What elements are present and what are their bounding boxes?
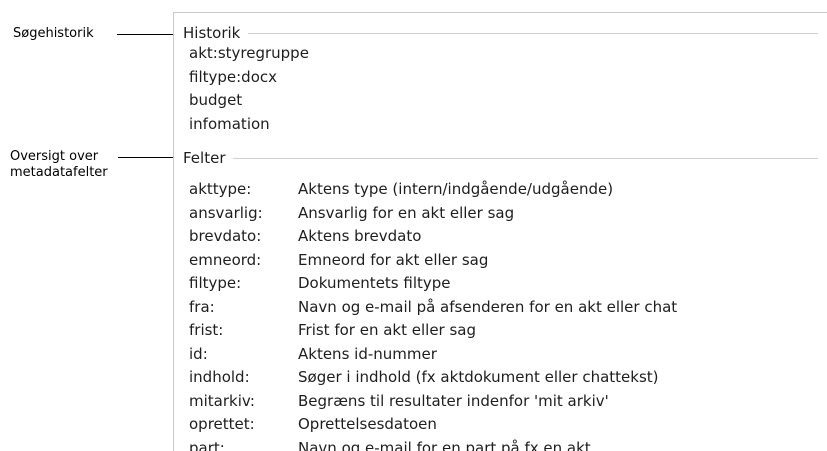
history-item[interactable]: budget — [189, 89, 309, 113]
field-description: Emneord for akt eller sag — [298, 249, 488, 273]
field-key: akttype: — [189, 178, 298, 202]
field-description: Ansvarlig for en akt eller sag — [298, 202, 514, 226]
field-description: Aktens type (intern/indgående/udgående) — [298, 178, 613, 202]
fields-section-header: Felter — [183, 148, 818, 168]
history-item[interactable]: akt:styregruppe — [189, 42, 309, 66]
search-history-annotation: Søgehistorik — [13, 26, 94, 41]
field-key: indhold: — [189, 366, 298, 390]
field-description: Oprettelsesdatoen — [298, 413, 437, 437]
fields-section-title: Felter — [183, 149, 225, 167]
field-description: Dokumentets filtype — [298, 272, 451, 296]
metadata-field-row[interactable]: akttype:Aktens type (intern/indgående/ud… — [189, 178, 677, 202]
metadata-field-row[interactable]: emneord:Emneord for akt eller sag — [189, 249, 677, 273]
field-key: fra: — [189, 296, 298, 320]
history-item[interactable]: filtype:docx — [189, 66, 309, 90]
metadata-field-row[interactable]: indhold:Søger i indhold (fx aktdokument … — [189, 366, 677, 390]
metadata-field-row[interactable]: brevdato:Aktens brevdato — [189, 225, 677, 249]
field-key: emneord: — [189, 249, 298, 273]
metadata-field-row[interactable]: mitarkiv:Begræns til resultater indenfor… — [189, 390, 677, 414]
metadata-field-row[interactable]: filtype:Dokumentets filtype — [189, 272, 677, 296]
fields-section-divider — [233, 158, 818, 159]
field-key: part: — [189, 437, 298, 451]
history-list: akt:styregruppefiltype:docxbudgetinfomat… — [189, 42, 309, 136]
field-description: Begræns til resultater indenfor 'mit ark… — [298, 390, 609, 414]
history-section-title: Historik — [183, 24, 240, 42]
metadata-field-row[interactable]: id:Aktens id-nummer — [189, 343, 677, 367]
search-suggestion-panel: Historik akt:styregruppefiltype:docxbudg… — [173, 12, 827, 451]
field-description: Frist for en akt eller sag — [298, 319, 476, 343]
field-key: mitarkiv: — [189, 390, 298, 414]
field-description: Navn og e-mail for en part på fx en akt — [298, 437, 591, 451]
metadata-overview-annotation-line2: metadatafelter — [10, 165, 108, 180]
metadata-field-row[interactable]: frist:Frist for en akt eller sag — [189, 319, 677, 343]
metadata-field-row[interactable]: ansvarlig:Ansvarlig for en akt eller sag — [189, 202, 677, 226]
metadata-field-row[interactable]: part:Navn og e-mail for en part på fx en… — [189, 437, 677, 451]
field-key: brevdato: — [189, 225, 298, 249]
field-description: Navn og e-mail på afsenderen for en akt … — [298, 296, 677, 320]
history-item[interactable]: infomation — [189, 113, 309, 137]
metadata-field-row[interactable]: oprettet:Oprettelsesdatoen — [189, 413, 677, 437]
metadata-field-list: akttype:Aktens type (intern/indgående/ud… — [189, 178, 677, 451]
metadata-field-row[interactable]: fra:Navn og e-mail på afsenderen for en … — [189, 296, 677, 320]
field-key: oprettet: — [189, 413, 298, 437]
metadata-overview-annotation-line1: Oversigt over — [10, 149, 98, 164]
field-key: frist: — [189, 319, 298, 343]
history-section-divider — [248, 33, 818, 34]
history-section-header: Historik — [183, 23, 818, 43]
field-key: id: — [189, 343, 298, 367]
field-key: filtype: — [189, 272, 298, 296]
field-description: Aktens id-nummer — [298, 343, 437, 367]
field-key: ansvarlig: — [189, 202, 298, 226]
field-description: Aktens brevdato — [298, 225, 421, 249]
field-description: Søger i indhold (fx aktdokument eller ch… — [298, 366, 659, 390]
